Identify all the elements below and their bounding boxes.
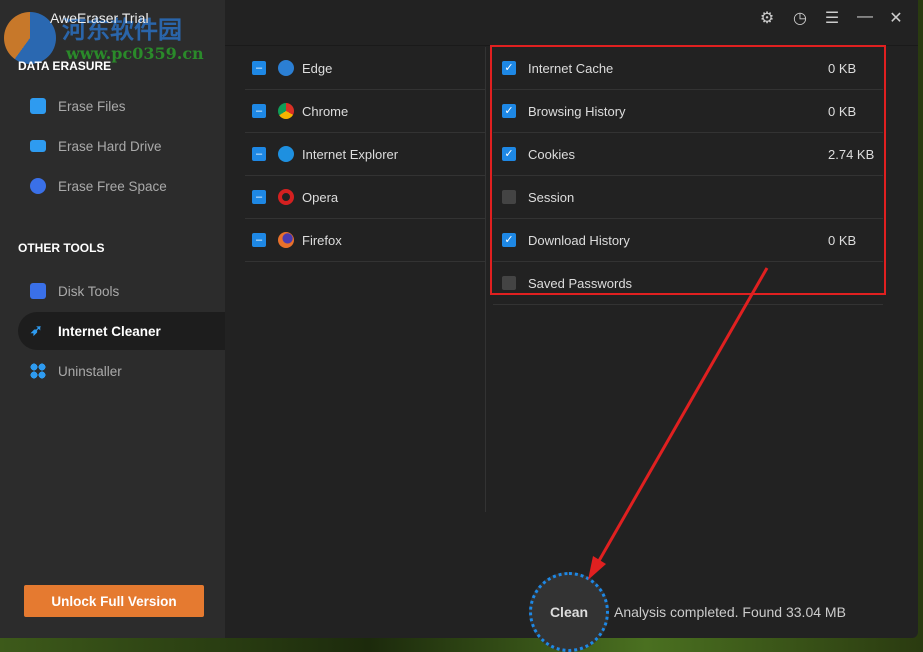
arrow-line [594, 267, 769, 567]
arrow-head [588, 556, 606, 580]
annotation-arrow [588, 267, 769, 580]
